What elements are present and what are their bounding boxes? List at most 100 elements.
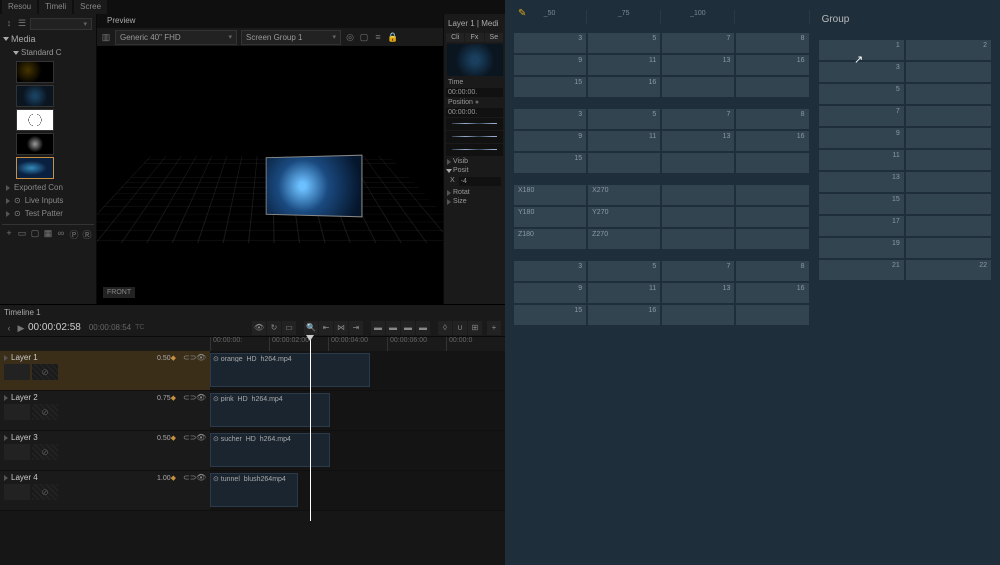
media-header[interactable]: Media <box>2 32 94 46</box>
grid-cell[interactable]: X270 <box>587 184 661 206</box>
insp-tab-fx[interactable]: Fx <box>465 33 483 42</box>
grid-cell[interactable]: 11 <box>587 282 661 304</box>
folder-exported[interactable]: Exported Con <box>2 181 94 194</box>
loop-icon[interactable]: ↻ <box>267 321 281 335</box>
magnet-icon[interactable]: ∪ <box>453 321 467 335</box>
grid-snap-icon[interactable]: ⊞ <box>468 321 482 335</box>
group-cell[interactable] <box>905 83 992 105</box>
grid-cell[interactable]: 3 <box>513 108 587 130</box>
clip[interactable]: ⊙ pink_HD_h264.mp4 <box>210 393 330 427</box>
grid-cell[interactable]: 9 <box>513 130 587 152</box>
media-thumb-1[interactable] <box>16 61 54 83</box>
media-thumb-3[interactable] <box>16 109 54 131</box>
layer-thumb-empty[interactable] <box>32 484 58 500</box>
layer-thumb-empty[interactable] <box>32 444 58 460</box>
grid-cell[interactable]: 16 <box>587 76 661 98</box>
cut-in-icon[interactable]: ⇤ <box>319 321 333 335</box>
grid-cell[interactable]: 7 <box>661 108 735 130</box>
folder-live[interactable]: ⊙Live Inputs <box>2 194 94 207</box>
viewport-3d[interactable]: FRONT <box>97 46 443 304</box>
media-thumb-4[interactable] <box>16 133 54 155</box>
tab-screens[interactable]: Scree <box>74 0 107 14</box>
p-icon[interactable]: Ⓟ <box>69 228 79 238</box>
grid-cell[interactable] <box>735 228 809 250</box>
layer-thumb-empty[interactable] <box>32 404 58 420</box>
grid-cell[interactable]: 8 <box>735 260 809 282</box>
grid-cell[interactable]: Y180 <box>513 206 587 228</box>
grid-cell[interactable]: 3 <box>513 260 587 282</box>
grid-cell[interactable] <box>661 152 735 174</box>
media-group[interactable]: Standard C <box>2 46 94 59</box>
grid-cell[interactable]: 5 <box>587 32 661 54</box>
timeline-ruler[interactable]: 00:00:00: 00:00:02:00 00:00:04:00 00:00:… <box>0 337 505 351</box>
folder-test[interactable]: ⊙Test Patter <box>2 207 94 220</box>
link-icon[interactable]: ∞ <box>56 228 66 238</box>
layer-opacity[interactable]: 0.75◆ <box>157 394 176 402</box>
resource-filter-dropdown[interactable]: ▾ <box>30 18 92 30</box>
eye-icon[interactable]: 👁 <box>196 433 206 442</box>
group-cell[interactable]: 19 <box>818 237 905 259</box>
layer-head[interactable]: Layer 3 0.50◆ ⊂⊃ 👁 <box>0 431 210 470</box>
grid-cell[interactable]: 9 <box>513 54 587 76</box>
grid-cell[interactable] <box>735 304 809 326</box>
grid-cell[interactable]: 8 <box>735 32 809 54</box>
marker4-icon[interactable]: ▬ <box>416 321 430 335</box>
play-icon[interactable]: ▶ <box>16 323 26 333</box>
grid-cell[interactable] <box>661 76 735 98</box>
zoom-icon[interactable]: 🔍 <box>304 321 318 335</box>
display-dropdown[interactable]: Generic 40" FHD▾ <box>115 30 237 45</box>
layer-thumb[interactable] <box>4 484 30 500</box>
group-cell[interactable]: 17 <box>818 215 905 237</box>
screengroup-dropdown[interactable]: Screen Group 1▾ <box>241 30 341 45</box>
box-icon[interactable]: ▢ <box>359 32 369 42</box>
layer-opacity[interactable]: 0.50◆ <box>157 354 176 362</box>
group-cell[interactable]: 21 <box>818 259 905 281</box>
layer-track[interactable]: ⊙ orange_HD_h264.mp4 <box>210 351 505 390</box>
grid-icon[interactable]: ▦ <box>43 228 53 238</box>
layer-track[interactable]: ⊙ tunnel_blush264mp4 <box>210 471 505 510</box>
layer-opacity[interactable]: 1.00◆ <box>157 474 176 482</box>
playhead[interactable] <box>310 337 311 521</box>
link-icon[interactable]: ⊂⊃ <box>183 473 193 482</box>
screens-icon[interactable]: ▥ <box>101 32 111 42</box>
sect-rotation[interactable]: Rotat <box>446 188 503 197</box>
marker1-icon[interactable]: ▬ <box>371 321 385 335</box>
layer-track[interactable]: ⊙ pink_HD_h264.mp4 <box>210 391 505 430</box>
layer-thumb-empty[interactable] <box>32 364 58 380</box>
cut-icon[interactable]: ⋈ <box>334 321 348 335</box>
group-cell[interactable] <box>905 127 992 149</box>
group-cell[interactable] <box>905 149 992 171</box>
link-icon[interactable]: ⊂⊃ <box>183 353 193 362</box>
sort-icon[interactable]: ↕ <box>4 18 14 28</box>
layer-opacity[interactable]: 0.50◆ <box>157 434 176 442</box>
filter-icon[interactable]: ☰ <box>17 18 27 28</box>
insp-tab-clip[interactable]: Cli <box>446 33 464 42</box>
group-cell[interactable]: 11 <box>818 149 905 171</box>
clip[interactable]: ⊙ tunnel_blush264mp4 <box>210 473 298 507</box>
group-cell[interactable] <box>905 193 992 215</box>
grid-cell[interactable] <box>661 184 735 206</box>
layer-thumb[interactable] <box>4 364 30 380</box>
group-cell[interactable]: 7 <box>818 105 905 127</box>
grid-cell[interactable]: 11 <box>587 54 661 76</box>
grid-cell[interactable]: 16 <box>735 54 809 76</box>
sect-size[interactable]: Size <box>446 197 503 206</box>
r-icon[interactable]: Ⓡ <box>82 228 92 238</box>
add-icon[interactable]: + <box>4 228 14 238</box>
x-value[interactable]: -4 <box>459 177 501 186</box>
grid-cell[interactable]: 15 <box>513 152 587 174</box>
sect-position[interactable]: Posit <box>446 166 503 175</box>
folder-icon[interactable]: ▭ <box>17 228 27 238</box>
grid-cell[interactable]: 9 <box>513 282 587 304</box>
layer-thumb[interactable] <box>4 404 30 420</box>
eye-icon[interactable]: 👁 <box>196 393 206 402</box>
pencil-icon[interactable]: ✎ <box>501 16 503 31</box>
layer-head[interactable]: Layer 1 0.50◆ ⊂⊃ 👁 <box>0 351 210 390</box>
grid-cell[interactable]: 15 <box>513 304 587 326</box>
monitor-icon[interactable]: ▢ <box>30 228 40 238</box>
time-value[interactable]: 00:00:00. <box>446 88 503 97</box>
eye-icon[interactable]: 👁 <box>252 321 266 335</box>
grid-cell[interactable]: 3 <box>513 32 587 54</box>
layer-track[interactable]: ⊙ sucher_HD_h264.mp4 <box>210 431 505 470</box>
pencil-icon[interactable]: ✎ <box>516 6 528 21</box>
